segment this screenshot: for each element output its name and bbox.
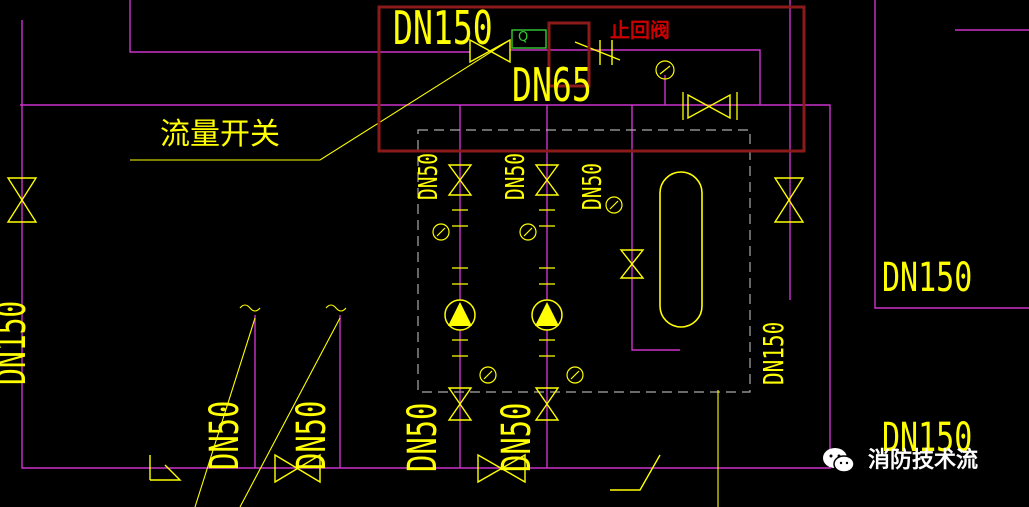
flanges [452, 92, 738, 357]
label-dn50-left-b: DN50 [289, 400, 335, 470]
label-dn150-vert-right: DN150 [757, 321, 790, 385]
pressure-tank [659, 171, 703, 328]
pipe-tank-loop [631, 105, 680, 351]
gate-valve-top-right [687, 93, 731, 120]
label-dn150-vert-left: DN150 [0, 300, 35, 385]
label-flow-switch-box: Q [518, 30, 529, 45]
label-dn50-bottom-b: DN50 [494, 402, 540, 472]
label-dn50-bottom-a: DN50 [400, 402, 446, 472]
cad-drawing-canvas: DN150 DN65 止回阀 流量开关 DN150 DN150 Q DN150 … [0, 0, 1029, 507]
label-dn50-top-a: DN50 [414, 153, 444, 200]
label-dn50-top-c: DN50 [578, 163, 608, 210]
label-check-valve: 止回阀 [610, 18, 670, 42]
wechat-icon [822, 446, 856, 476]
pipe-break-marks [239, 304, 347, 312]
watermark-text: 消防技术流 [868, 448, 979, 473]
label-dn65: DN65 [512, 58, 592, 112]
gate-valve-right [773, 177, 805, 223]
drain-valve-right [610, 454, 661, 491]
label-dn150-right1: DN150 [882, 255, 973, 301]
label-dn150-top: DN150 [393, 1, 493, 55]
label-flow-switch: 流量开关 [160, 117, 280, 152]
label-dn50-top-b: DN50 [501, 153, 531, 200]
pipe-outer-loop [20, 20, 831, 469]
label-dn50-left-a: DN50 [202, 400, 248, 470]
pumps [444, 299, 563, 331]
